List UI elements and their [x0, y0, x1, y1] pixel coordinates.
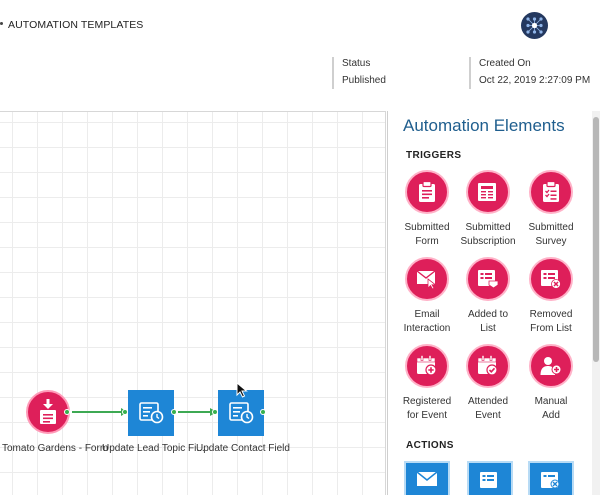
panel-title: Automation Elements [403, 116, 565, 135]
top-bar: AUTOMATION TEMPLATES [0, 0, 600, 50]
actions-heading: ACTIONS [406, 440, 454, 451]
clipboard-form-icon [405, 170, 449, 214]
trigger-label: Submitted Subscription [460, 222, 516, 247]
action-remove-from-list[interactable] [528, 461, 574, 495]
trigger-registered-for-event[interactable]: Registered for Event [397, 344, 457, 423]
action-send-email[interactable] [404, 461, 450, 495]
email-click-icon [405, 257, 449, 301]
trigger-manual-add[interactable]: Manual Add [521, 344, 581, 423]
node-label-update-lead: Update Lead Topic Fi... [102, 443, 205, 454]
workflow-node-update-lead[interactable] [128, 390, 174, 436]
newspaper-icon [466, 170, 510, 214]
trigger-label: Removed From List [529, 309, 573, 334]
trigger-label: Registered for Event [402, 396, 452, 421]
breadcrumb-separator [0, 22, 3, 25]
trigger-submitted-form[interactable]: Submitted Form [397, 170, 457, 249]
trigger-label: Manual Add [534, 396, 568, 421]
add-to-list-icon [480, 472, 497, 488]
status-label: Status [342, 58, 371, 69]
send-email-icon [416, 471, 438, 486]
automation-elements-panel: Automation Elements TRIGGERS Submitted Fo… [387, 111, 600, 495]
status-field: Status Published [332, 57, 386, 89]
mouse-cursor-icon [236, 382, 248, 398]
output-port[interactable] [260, 409, 266, 415]
calendar-check-icon [466, 344, 510, 388]
node-label-update-contact: Update Contact Field [196, 443, 290, 454]
action-add-to-list[interactable] [467, 461, 513, 495]
output-port[interactable] [64, 409, 70, 415]
trigger-label: Submitted Survey [528, 222, 574, 247]
workflow-canvas[interactable]: Tomato Gardens - Form Update Lead Topic … [0, 111, 386, 495]
status-value: Published [342, 75, 386, 86]
trigger-added-to-list[interactable]: Added to List [458, 257, 518, 336]
breadcrumb[interactable]: AUTOMATION TEMPLATES [8, 19, 143, 31]
trigger-label: Email Interaction [403, 309, 451, 334]
created-on-value: Oct 22, 2019 2:27:09 PM [479, 75, 591, 86]
connector-line[interactable] [72, 411, 124, 413]
trigger-removed-from-list[interactable]: Removed From List [521, 257, 581, 336]
triggers-heading: TRIGGERS [406, 150, 462, 161]
panel-scrollbar[interactable] [592, 111, 600, 495]
checklist-icon [529, 170, 573, 214]
scrollbar-thumb[interactable] [593, 117, 599, 362]
trigger-attended-event[interactable]: Attended Event [458, 344, 518, 423]
trigger-submitted-survey[interactable]: Submitted Survey [521, 170, 581, 249]
list-remove-icon [529, 257, 573, 301]
trigger-email-interaction[interactable]: Email Interaction [397, 257, 457, 336]
created-on-label: Created On [479, 58, 531, 69]
trigger-label: Attended Event [467, 396, 509, 421]
calendar-add-icon [405, 344, 449, 388]
created-on-field: Created On Oct 22, 2019 2:27:09 PM [469, 57, 590, 89]
network-hub-icon[interactable] [521, 12, 548, 39]
update-field-icon [229, 402, 254, 424]
trigger-label: Added to List [467, 309, 509, 334]
trigger-submitted-subscription[interactable]: Submitted Subscription [458, 170, 518, 249]
trigger-label: Submitted Form [404, 222, 450, 247]
output-port[interactable] [171, 409, 177, 415]
node-label-form: Tomato Gardens - Form [2, 443, 109, 454]
update-field-icon [139, 402, 164, 424]
remove-from-list-icon [541, 472, 560, 489]
person-add-icon [529, 344, 573, 388]
list-add-icon [466, 257, 510, 301]
connector-line[interactable] [178, 411, 214, 413]
